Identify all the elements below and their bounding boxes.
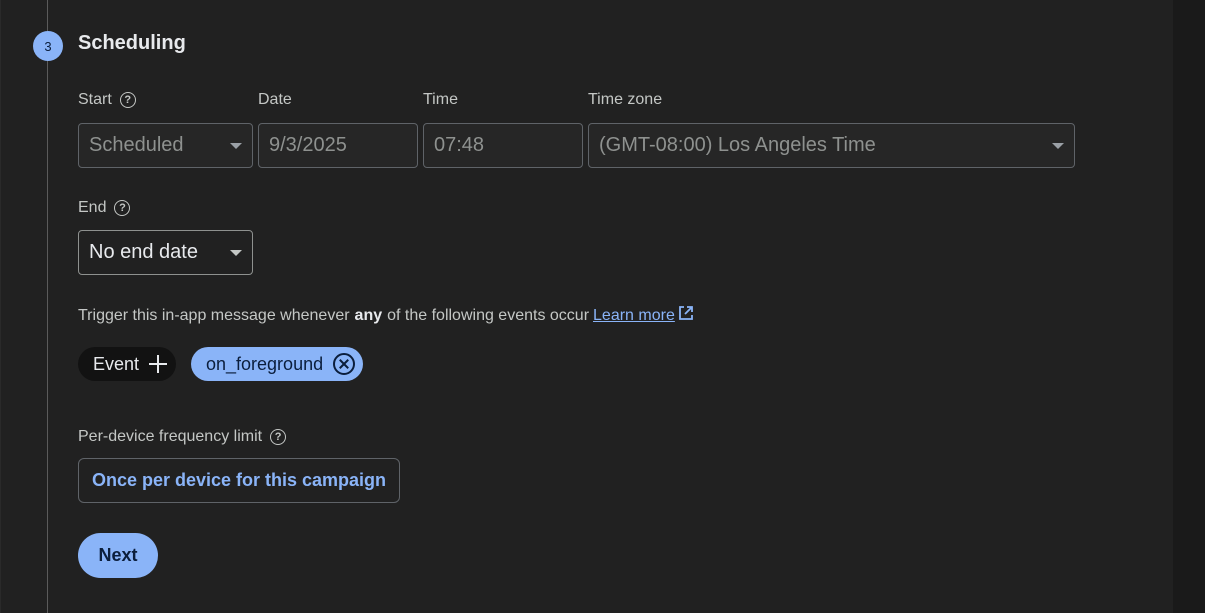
event-tag-chip: on_foreground bbox=[191, 347, 363, 381]
trigger-text-after: of the following events occur bbox=[387, 306, 590, 324]
start-time-field[interactable]: 07:48 bbox=[423, 123, 583, 168]
start-time-value: 07:48 bbox=[434, 134, 485, 156]
next-button[interactable]: Next bbox=[78, 533, 158, 578]
end-date-select[interactable]: No end date bbox=[78, 230, 253, 275]
start-mode-select[interactable]: Scheduled bbox=[78, 123, 253, 168]
event-tag-label: on_foreground bbox=[206, 353, 324, 374]
time-label: Time bbox=[423, 91, 458, 108]
help-icon[interactable]: ? bbox=[270, 429, 287, 445]
trigger-description: Trigger this in-app message whenever any… bbox=[78, 305, 694, 326]
remove-circle-icon[interactable] bbox=[333, 353, 356, 375]
step-rail bbox=[47, 0, 48, 613]
timezone-label: Time zone bbox=[588, 91, 663, 108]
scheduling-panel: 3 Scheduling Start ? Date Time Time zone… bbox=[0, 0, 1173, 613]
help-icon[interactable]: ? bbox=[119, 92, 136, 108]
learn-more-link[interactable]: Learn more bbox=[593, 307, 675, 325]
end-label: End bbox=[78, 199, 107, 216]
timezone-select[interactable]: (GMT-08:00) Los Angeles Time bbox=[588, 123, 1075, 168]
event-chip-label: Event bbox=[93, 353, 140, 374]
start-date-value: 9/3/2025 bbox=[269, 134, 347, 156]
frequency-label-group: Per-device frequency limit ? bbox=[78, 428, 287, 446]
frequency-label: Per-device frequency limit bbox=[78, 428, 263, 445]
help-icon[interactable]: ? bbox=[114, 200, 131, 216]
trigger-text-before: Trigger this in-app message whenever bbox=[78, 306, 350, 324]
caret-down-icon bbox=[1052, 142, 1064, 149]
end-date-value: No end date bbox=[89, 241, 198, 263]
step-number-badge: 3 bbox=[33, 31, 63, 61]
caret-down-icon bbox=[230, 142, 242, 149]
date-label: Date bbox=[258, 91, 292, 108]
trigger-emphasis: any bbox=[354, 306, 383, 324]
add-event-chip[interactable]: Event bbox=[78, 347, 176, 381]
step-title: Scheduling bbox=[78, 32, 186, 54]
caret-down-icon bbox=[230, 249, 242, 256]
start-mode-value: Scheduled bbox=[89, 134, 184, 156]
frequency-limit-button[interactable]: Once per device for this campaign bbox=[78, 458, 400, 503]
end-label-group: End ? bbox=[78, 199, 131, 217]
start-date-field[interactable]: 9/3/2025 bbox=[258, 123, 418, 168]
plus-icon bbox=[149, 355, 168, 373]
external-link-icon[interactable] bbox=[678, 305, 694, 326]
timezone-value: (GMT-08:00) Los Angeles Time bbox=[599, 134, 876, 156]
start-label: Start bbox=[78, 91, 112, 108]
start-label-group: Start ? bbox=[78, 91, 136, 109]
